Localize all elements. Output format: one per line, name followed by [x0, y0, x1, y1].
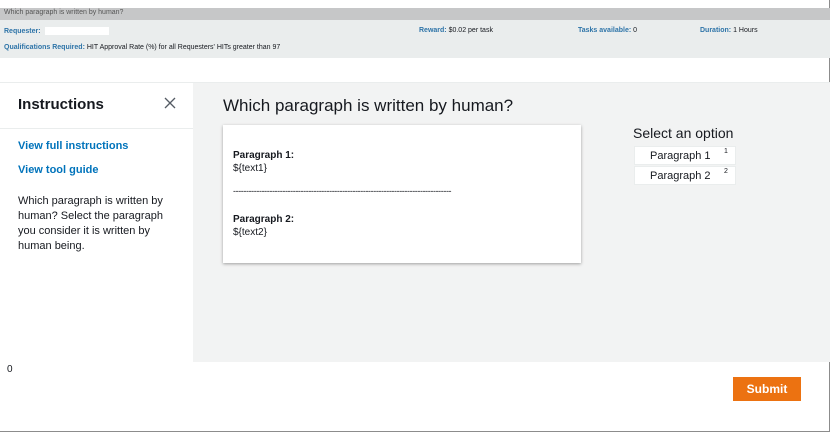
paragraph1-text: ${text1}: [233, 163, 267, 174]
requester-redacted: [44, 27, 109, 35]
tasks-info: Tasks available: 0: [578, 27, 637, 34]
instructions-panel: Instructions View full instructions View…: [0, 82, 193, 362]
tasks-value: 0: [633, 27, 638, 34]
option-paragraph-2[interactable]: Paragraph 2 2: [634, 166, 736, 185]
option-paragraph-1[interactable]: Paragraph 1 1: [634, 146, 736, 165]
duration-value: 1 Hours: [733, 27, 758, 34]
option-label: Paragraph 1: [650, 150, 711, 162]
qualifications-info: Qualifications Required: HIT Approval Ra…: [4, 44, 280, 51]
paragraphs-card: Paragraph 1: ${text1} ------------------…: [223, 125, 581, 263]
duration-info: Duration: 1 Hours: [700, 27, 758, 34]
hit-meta-bar: Requester: Reward: $0.02 per task Tasks …: [0, 20, 830, 58]
task-area: Which paragraph is written by human? Par…: [193, 82, 830, 362]
instructions-title: Instructions: [18, 96, 104, 113]
hit-title: Which paragraph is written by human?: [4, 9, 124, 16]
qualifications-label: Qualifications Required:: [4, 44, 85, 51]
option-label: Paragraph 2: [650, 170, 711, 182]
duration-label: Duration:: [700, 27, 732, 34]
qualifications-value: HIT Approval Rate (%) for all Requesters…: [86, 44, 281, 51]
view-full-instructions-link[interactable]: View full instructions: [18, 140, 128, 152]
paragraph2-label: Paragraph 2:: [233, 214, 295, 225]
reward-label: Reward:: [419, 27, 447, 34]
option-shortcut-key: 2: [724, 168, 728, 175]
view-tool-guide-link[interactable]: View tool guide: [18, 164, 98, 176]
counter-value: 0: [7, 364, 13, 375]
page-title: Which paragraph is written by human?: [223, 96, 514, 115]
paragraph2-text: ${text2}: [233, 227, 267, 238]
instructions-description: Which paragraph is written by human? Sel…: [18, 195, 163, 252]
tasks-label: Tasks available:: [578, 27, 632, 34]
instructions-header: Instructions: [0, 83, 193, 129]
option-shortcut-key: 1: [724, 148, 728, 155]
requester-info: Requester:: [4, 27, 109, 35]
reward-value: $0.02 per task: [448, 27, 493, 34]
select-option-heading: Select an option: [633, 125, 734, 141]
paragraph1-label: Paragraph 1:: [233, 150, 295, 161]
close-icon[interactable]: [163, 96, 177, 110]
paragraph-separator: ----------------------------------------…: [233, 186, 452, 196]
submit-button[interactable]: Submit: [733, 377, 801, 401]
requester-label: Requester:: [4, 27, 41, 35]
hit-title-bar: Which paragraph is written by human?: [0, 8, 830, 20]
reward-info: Reward: $0.02 per task: [419, 27, 493, 34]
